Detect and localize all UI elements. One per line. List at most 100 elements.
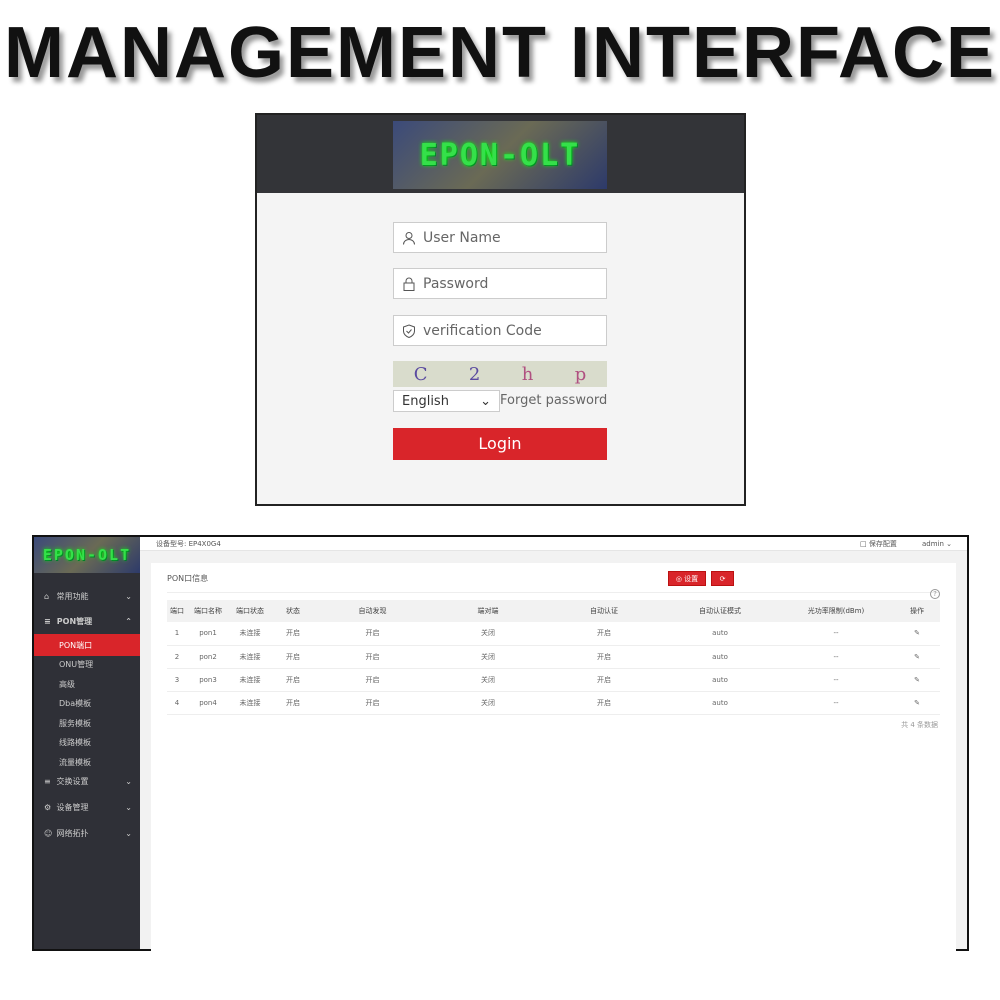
column-header: 自动发现: [315, 600, 430, 622]
shield-check-icon: [403, 323, 415, 338]
table-cell: 开启: [546, 622, 662, 646]
column-header: 端口状态: [229, 600, 271, 622]
sliders-icon: ≡: [44, 777, 51, 786]
sidebar-item[interactable]: ⚙ 设备管理 ⌄: [34, 797, 140, 819]
edit-button[interactable]: ✎: [894, 668, 940, 692]
table-cell: 开启: [315, 645, 430, 669]
language-value: English: [402, 393, 449, 409]
sidebar-item-label: 网络拓扑: [56, 829, 89, 838]
pencil-icon: ✎: [914, 675, 920, 684]
table-cell: 开启: [271, 668, 315, 692]
gear-icon: ⚙: [44, 803, 52, 812]
save-icon: □: [860, 540, 867, 548]
username-input[interactable]: User Name: [393, 222, 607, 253]
table-cell: --: [778, 691, 894, 715]
table-cell: 关闭: [430, 668, 546, 692]
password-placeholder: Password: [423, 275, 489, 292]
forget-password-link[interactable]: Forget password: [500, 393, 607, 408]
sidebar-item-label: 设备管理: [56, 803, 89, 812]
column-header: 端口: [167, 600, 187, 622]
table-cell: 4: [167, 691, 187, 715]
save-config-label: 保存配置: [868, 540, 897, 548]
user-icon: ☺: [44, 829, 53, 838]
settings-label: 设置: [684, 574, 699, 583]
sidebar-item-label: 服务模板: [59, 718, 91, 728]
table-cell: 开启: [271, 691, 315, 715]
pon-info-card: PON口信息 ◎ 设置 ⟳ ? 端口 端口名称 端口状态 状态 自动发现 端对端 自动认证自…: [151, 563, 956, 953]
sidebar: EPON-OLT ⌂ 常用功能 ⌄ ≡ PON管理 ⌃ PON端口 ONU管理 高级 Dba模…: [34, 537, 140, 949]
table-cell: 开启: [271, 622, 315, 646]
login-button[interactable]: Login: [393, 428, 607, 460]
card-title: PON口信息: [167, 574, 209, 583]
code-placeholder: verification Code: [423, 322, 542, 339]
sidebar-item-label: 交换设置: [56, 777, 89, 786]
captcha-image[interactable]: C 2 h p: [393, 361, 607, 387]
save-config-button[interactable]: □ 保存配置: [860, 539, 897, 549]
chevron-down-icon: ⌄: [480, 393, 491, 409]
table-cell: auto: [662, 691, 778, 715]
captcha-char: C: [413, 363, 428, 385]
table-cell: 未连接: [229, 691, 271, 715]
sidebar-item[interactable]: ⌂ 常用功能 ⌄: [34, 585, 140, 607]
sidebar-item-label: 线路模板: [59, 738, 91, 747]
user-icon: [403, 231, 415, 245]
verification-code-input[interactable]: verification Code: [393, 315, 607, 346]
sidebar-item-label: 高级: [59, 679, 75, 689]
login-header: EPON-OLT: [257, 115, 744, 193]
table-cell: auto: [662, 668, 778, 692]
user-menu[interactable]: admin ⌄: [922, 540, 952, 548]
edit-button[interactable]: ✎: [894, 691, 940, 715]
sidebar-item[interactable]: ≡ PON管理 ⌃: [34, 610, 140, 632]
table-cell: --: [778, 622, 894, 646]
sidebar-item-label: ONU管理: [59, 660, 94, 669]
table-row: 3 pon3 未连接 开启 开启 关闭 开启 auto -- ✎: [167, 668, 940, 692]
edit-button[interactable]: ✎: [894, 622, 940, 646]
table-cell: auto: [662, 645, 778, 669]
table-cell: 3: [167, 668, 187, 692]
chevron-down-icon: ⌄: [125, 803, 132, 812]
total-count: 共 4 条数据: [901, 721, 938, 729]
table-cell: 开启: [546, 645, 662, 669]
table-cell: --: [778, 645, 894, 669]
pencil-icon: ✎: [914, 652, 920, 661]
sidebar-item[interactable]: ☺ 网络拓扑 ⌄: [34, 823, 140, 845]
edit-button[interactable]: ✎: [894, 645, 940, 669]
chevron-down-icon: ⌄: [125, 777, 132, 786]
table-cell: 关闭: [430, 691, 546, 715]
top-bar: 设备型号: EP4X0G4 □ 保存配置 admin ⌄: [140, 537, 967, 551]
sidebar-item-label: 流量模板: [59, 757, 91, 767]
device-model: 设备型号: EP4X0G4: [156, 540, 221, 548]
admin-window: EPON-OLT ⌂ 常用功能 ⌄ ≡ PON管理 ⌃ PON端口 ONU管理 高级 Dba模…: [32, 535, 969, 953]
table-cell: 关闭: [430, 645, 546, 669]
sidebar-item-label: PON管理: [56, 616, 93, 626]
epon-olt-logo: EPON-OLT: [34, 537, 140, 573]
table-cell: 未连接: [229, 668, 271, 692]
column-header: 端对端: [430, 600, 546, 622]
chevron-down-icon: ⌄: [125, 829, 132, 838]
sliders-icon: ≡: [44, 616, 51, 626]
pon-table: 端口 端口名称 端口状态 状态 自动发现 端对端 自动认证 自动认证模式 光功率限制(dBm) 操…: [167, 600, 940, 715]
table-cell: 关闭: [430, 622, 546, 646]
table-row: 2 pon2 未连接 开启 开启 关闭 开启 auto -- ✎: [167, 645, 940, 669]
table-cell: 1: [167, 622, 187, 646]
pencil-icon: ✎: [914, 629, 920, 638]
help-icon[interactable]: ?: [930, 589, 940, 599]
table-cell: 2: [167, 645, 187, 669]
language-select[interactable]: English ⌄: [393, 390, 500, 412]
table-cell: 未连接: [229, 622, 271, 646]
column-header: 自动认证模式: [662, 600, 778, 622]
sidebar-item-label: Dba模板: [59, 699, 92, 708]
sidebar-item-label: 常用功能: [56, 591, 89, 601]
refresh-button[interactable]: ⟳: [711, 571, 734, 586]
refresh-icon: ⟳: [719, 574, 726, 583]
password-input[interactable]: Password: [393, 268, 607, 299]
table-row: 1 pon1 未连接 开启 开启 关闭 开启 auto -- ✎: [167, 622, 940, 646]
table-cell: pon3: [187, 668, 229, 692]
epon-olt-logo: EPON-OLT: [393, 121, 607, 189]
table-cell: pon1: [187, 622, 229, 646]
table-cell: 开启: [315, 691, 430, 715]
sidebar-item[interactable]: ≡ 交换设置 ⌄: [34, 771, 140, 793]
settings-button[interactable]: ◎ 设置: [668, 571, 706, 586]
table-cell: pon2: [187, 645, 229, 669]
chevron-down-icon: ⌄: [125, 591, 132, 601]
